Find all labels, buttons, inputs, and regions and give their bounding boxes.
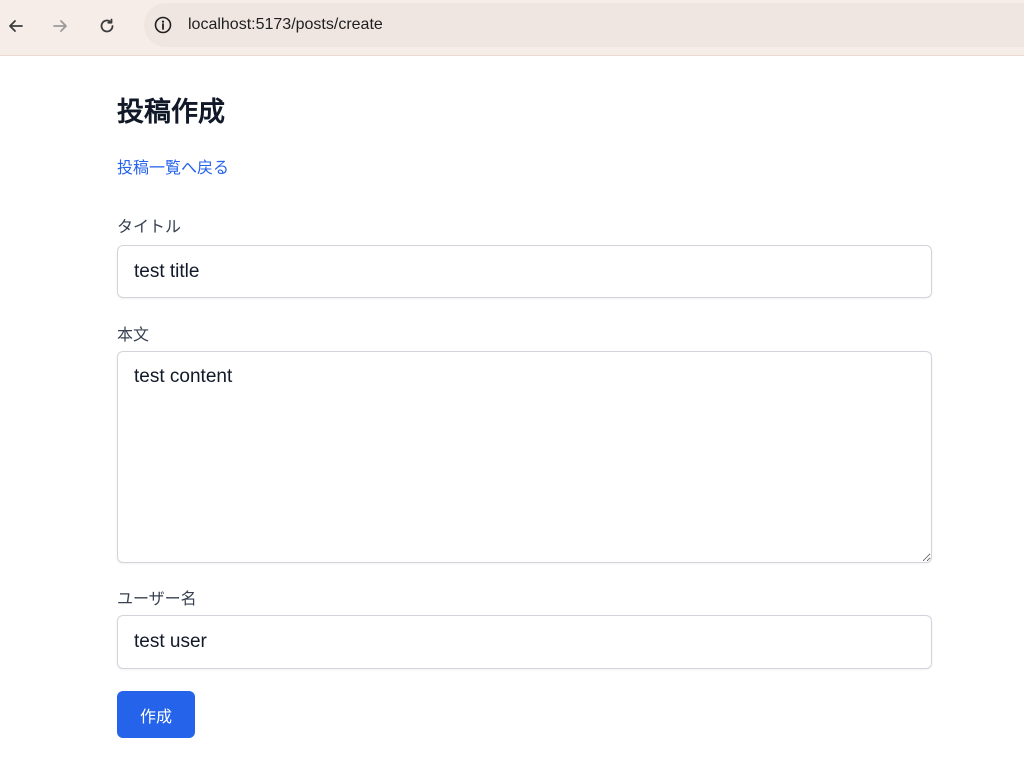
username-input[interactable] xyxy=(117,615,932,669)
body-textarea[interactable]: test content xyxy=(117,351,932,563)
create-button[interactable]: 作成 xyxy=(117,691,195,738)
browser-toolbar: localhost:5173/posts/create xyxy=(0,0,1024,56)
address-bar[interactable]: localhost:5173/posts/create xyxy=(144,3,1024,47)
page-title: 投稿作成 xyxy=(117,97,225,128)
body-label: 本文 xyxy=(117,325,150,344)
back-arrow-icon xyxy=(9,20,23,32)
forward-arrow-icon xyxy=(53,20,67,32)
title-label: タイトル xyxy=(117,217,182,236)
info-icon[interactable] xyxy=(152,14,174,36)
reload-button[interactable] xyxy=(91,10,123,42)
forward-button[interactable] xyxy=(44,10,76,42)
back-to-list-link[interactable]: 投稿一覧へ戻る xyxy=(117,154,229,178)
url-text[interactable]: localhost:5173/posts/create xyxy=(188,16,383,34)
username-label: ユーザー名 xyxy=(117,589,197,608)
title-input[interactable] xyxy=(117,245,932,298)
back-button[interactable] xyxy=(0,10,32,42)
reload-icon xyxy=(100,18,114,33)
